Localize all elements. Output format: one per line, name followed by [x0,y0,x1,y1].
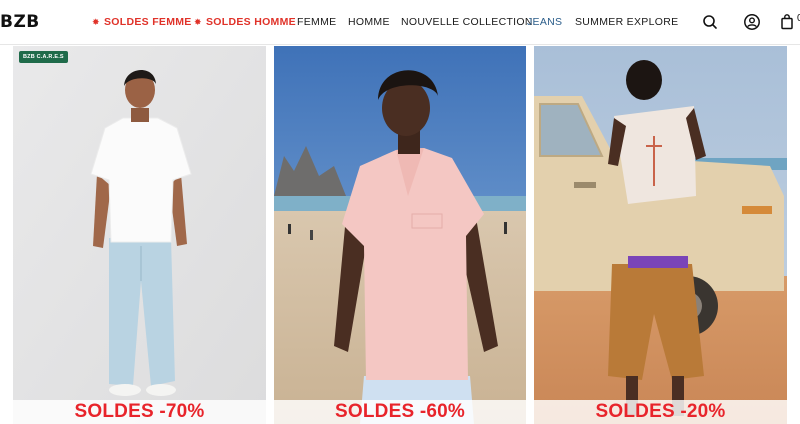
sale-label[interactable]: SOLDES -60% [274,401,526,423]
sale-label[interactable]: SOLDES -20% [534,401,787,423]
account-icon[interactable] [742,12,762,32]
nav-homme[interactable]: HOMME [348,14,390,30]
product-card-2[interactable]: SOLDES -60% [274,46,526,424]
bzb-cares-badge: BZB C.A.R.E.S [19,51,68,63]
nav-soldes-homme[interactable]: ✸ SOLDES HOMME [194,14,296,30]
nav-summer-explore[interactable]: SUMMER EXPLORE [575,14,678,30]
product-image-studio-model [13,46,266,424]
nav-nouvelle-collection[interactable]: NOUVELLE COLLECTION [401,14,533,30]
product-card-1[interactable]: BZB C.A.R.E.S SOLDES -70% [13,46,266,424]
site-header: BZB ✸ SOLDES FEMME ✸ SOLDES HOMME FEMME HO… [0,0,800,45]
product-image-beach-model [274,46,526,424]
search-icon[interactable] [700,12,720,32]
product-card-3[interactable]: SOLDES -20% [534,46,787,424]
brand-logo[interactable]: BZB [0,12,40,32]
sale-label[interactable]: SOLDES -70% [13,401,266,423]
nav-jeans[interactable]: JEANS [527,14,562,30]
flame-icon: ✸ [92,17,100,27]
nav-soldes-femme[interactable]: ✸ SOLDES FEMME [92,14,192,30]
nav-femme[interactable]: FEMME [297,14,336,30]
product-image-truck-model [534,46,787,424]
flame-icon: ✸ [194,17,202,27]
bag-icon[interactable] [778,12,798,32]
